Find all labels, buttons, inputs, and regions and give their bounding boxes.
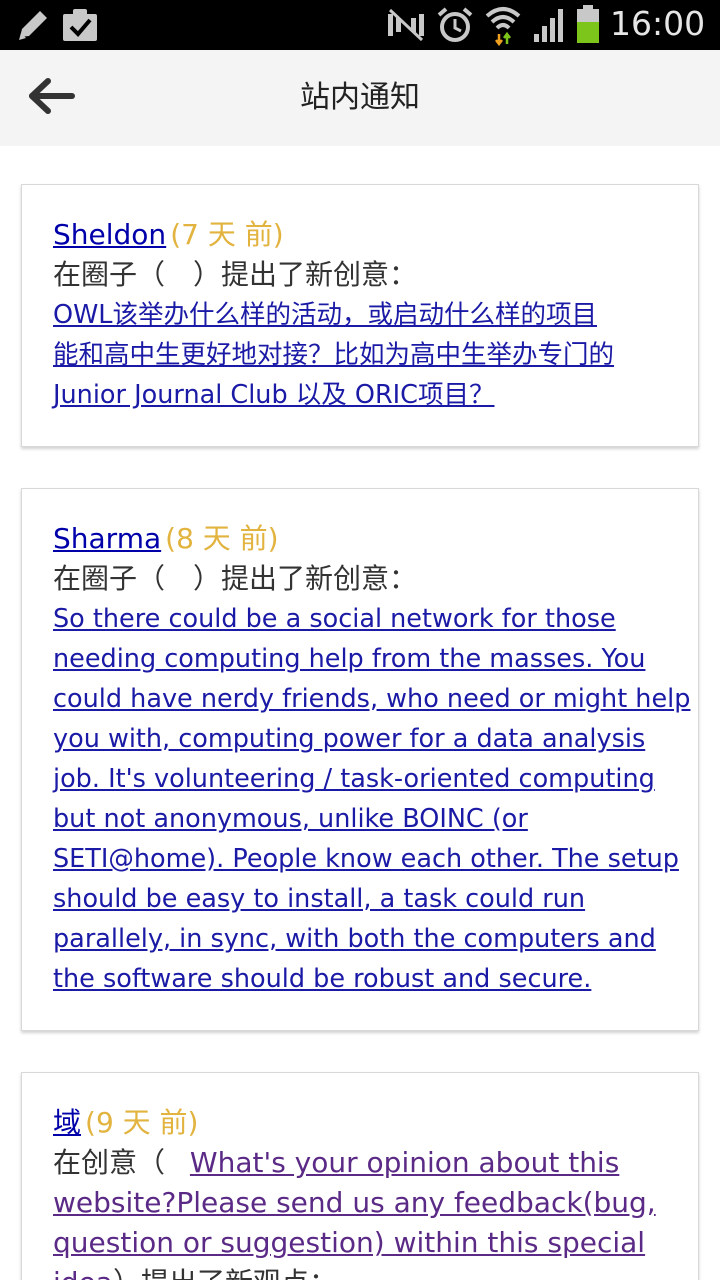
idea-title-line: idea）提出了新观点： bbox=[53, 1263, 668, 1280]
notification-header: Sharma (8 天 前) bbox=[53, 519, 668, 559]
notification-action: 在圈子（ ）提出了新创意： bbox=[53, 258, 418, 291]
action-prefix: 在创意（ bbox=[53, 1146, 166, 1179]
edit-icon bbox=[14, 7, 52, 49]
idea-link-line: So there could be a social network for t… bbox=[53, 604, 616, 634]
time-ago: (7 天 前) bbox=[170, 218, 284, 251]
idea-link-line: needing computing help from the masses. … bbox=[53, 644, 646, 674]
idea-title-link[interactable]: question or suggestion) within this spec… bbox=[53, 1226, 645, 1259]
notification-action: 在创意（ What's your opinion about this bbox=[53, 1143, 668, 1183]
status-bar: 16:00 bbox=[0, 0, 720, 50]
idea-link-line: the software should be robust and secure… bbox=[53, 964, 592, 994]
author-link[interactable]: Sharma bbox=[53, 522, 161, 555]
idea-title-link[interactable]: idea bbox=[53, 1266, 113, 1280]
wifi-icon bbox=[484, 4, 522, 50]
idea-link-line: parallely, in sync, with both the comput… bbox=[53, 924, 656, 954]
idea-link[interactable]: So there could be a social network for t… bbox=[53, 599, 691, 999]
idea-link-line: SETI@home). People know each other. The … bbox=[53, 844, 679, 874]
notification-header: Sheldon (7 天 前) bbox=[53, 215, 668, 255]
notification-card: 域 (9 天 前) 在创意（ What's your opinion about … bbox=[21, 1072, 699, 1280]
battery-icon bbox=[574, 4, 602, 48]
idea-title-link[interactable]: website?Please send us any feedback(bug, bbox=[53, 1186, 656, 1219]
author-link[interactable]: 域 bbox=[53, 1106, 81, 1139]
idea-link-line: OWL该举办什么样的活动，或启动什么样的项目 bbox=[53, 300, 597, 330]
idea-title-line: website?Please send us any feedback(bug, bbox=[53, 1183, 668, 1223]
author-link[interactable]: Sheldon bbox=[53, 218, 166, 251]
idea-link-line: but not anonymous, unlike BOINC (or bbox=[53, 804, 528, 834]
status-time: 16:00 bbox=[610, 4, 706, 43]
idea-title-link[interactable]: What's your opinion about this bbox=[190, 1146, 619, 1179]
idea-link-line: should be easy to install, a task could … bbox=[53, 884, 586, 914]
notification-action: 在圈子（ ）提出了新创意： bbox=[53, 562, 418, 595]
mute-icon bbox=[386, 8, 426, 46]
alarm-icon bbox=[436, 6, 474, 48]
action-suffix: ）提出了新观点： bbox=[113, 1266, 337, 1280]
time-ago: (8 天 前) bbox=[165, 522, 279, 555]
signal-icon bbox=[532, 6, 568, 48]
idea-link-line: you with, computing power for a data ana… bbox=[53, 724, 646, 754]
idea-link-line: could have nerdy friends, who need or mi… bbox=[53, 684, 691, 714]
idea-link-line: 能和高中生更好地对接？比如为高中生举办专门的 bbox=[53, 340, 615, 370]
idea-title-line: question or suggestion) within this spec… bbox=[53, 1223, 668, 1263]
idea-link-line: Junior Journal Club 以及 ORIC项目？ bbox=[53, 380, 495, 410]
notification-card: Sheldon (7 天 前) 在圈子（ ）提出了新创意： OWL该举办什么样的活… bbox=[21, 184, 699, 447]
page-title: 站内通知 bbox=[300, 80, 420, 115]
time-ago: (9 天 前) bbox=[85, 1106, 199, 1139]
notification-header: 域 (9 天 前) bbox=[53, 1103, 668, 1143]
notification-card: Sharma (8 天 前) 在圈子（ ）提出了新创意： So there cou… bbox=[21, 488, 699, 1031]
clipboard-check-icon bbox=[60, 6, 100, 48]
idea-link-line: job. It's volunteering / task-oriented c… bbox=[53, 764, 655, 794]
idea-link[interactable]: OWL该举办什么样的活动，或启动什么样的项目 能和高中生更好地对接？比如为高中生… bbox=[53, 295, 668, 415]
